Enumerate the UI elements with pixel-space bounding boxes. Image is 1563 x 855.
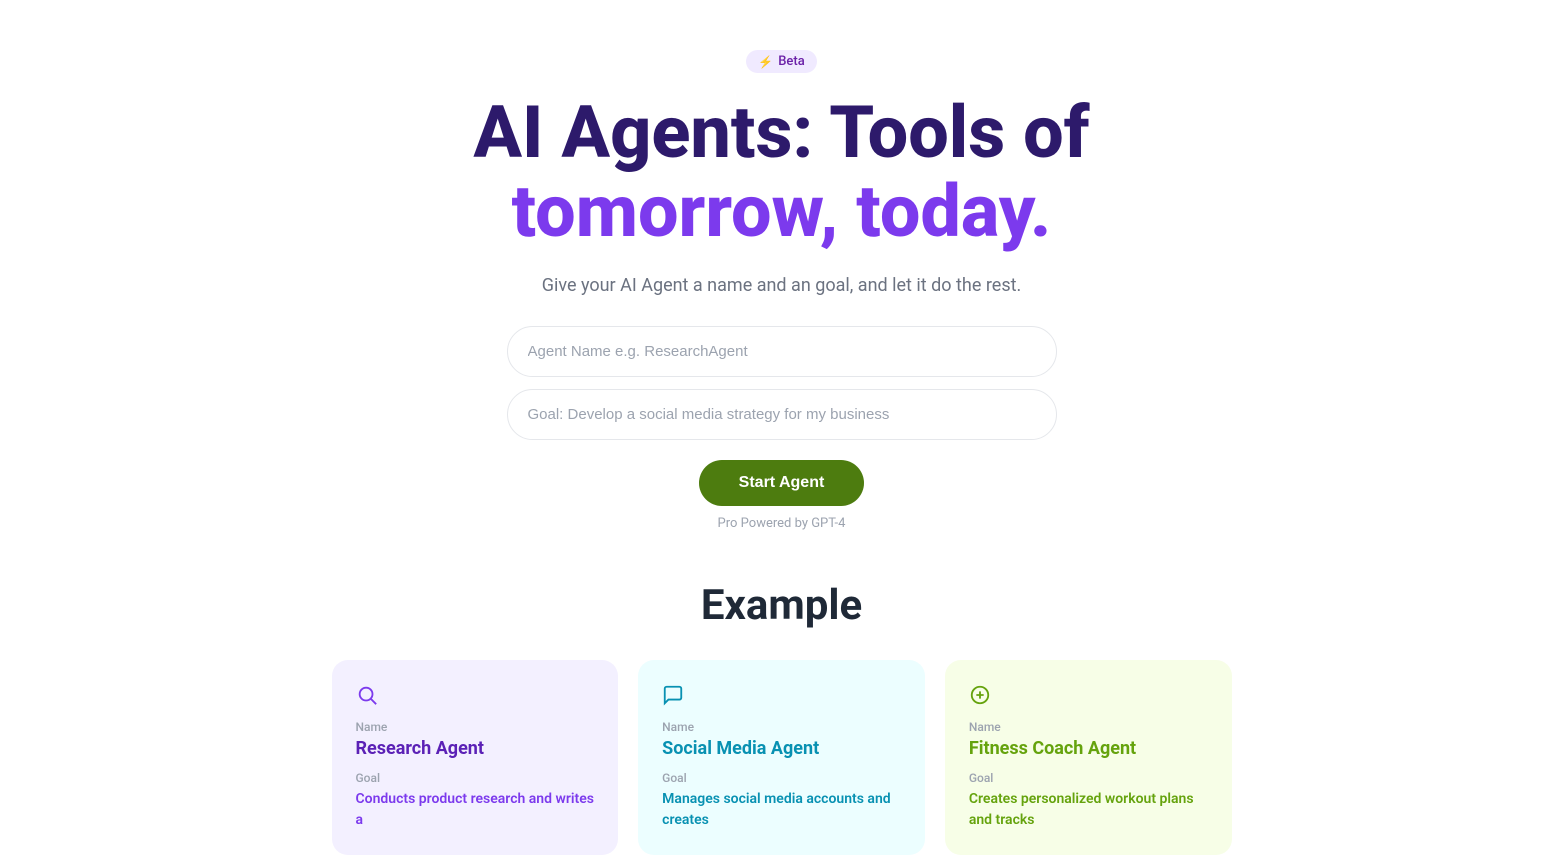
fitness-icon [969, 684, 1208, 706]
fitness-goal-label: Goal [969, 771, 1208, 785]
goal-input[interactable] [507, 389, 1057, 440]
example-section: Example Name Research Agent Goal Conduct… [0, 581, 1563, 855]
example-title: Example [701, 581, 862, 630]
social-goal-label: Goal [662, 771, 901, 785]
research-icon [356, 684, 595, 706]
circle-icon-svg [969, 684, 991, 706]
research-name-label: Name [356, 720, 595, 734]
start-agent-button[interactable]: Start Agent [699, 460, 865, 506]
input-group [507, 326, 1057, 440]
social-media-agent-goal: Manages social media accounts and create… [662, 789, 901, 831]
agent-name-input[interactable] [507, 326, 1057, 377]
social-media-icon [662, 684, 901, 706]
research-goal-label: Goal [356, 771, 595, 785]
hero-title: AI Agents: Tools of tomorrow, today. [473, 93, 1089, 251]
social-name-label: Name [662, 720, 901, 734]
powered-by-text: Pro Powered by GPT-4 [718, 516, 846, 531]
fitness-coach-agent-goal: Creates personalized workout plans and t… [969, 789, 1208, 831]
chat-icon-svg [662, 684, 684, 706]
research-agent-goal: Conducts product research and writes a [356, 789, 595, 831]
search-icon-svg [356, 684, 378, 706]
hero-title-line2: tomorrow, today. [512, 169, 1052, 254]
fitness-name-label: Name [969, 720, 1208, 734]
page-container: ⚡ Beta AI Agents: Tools of tomorrow, tod… [0, 0, 1563, 855]
beta-icon: ⚡ [758, 55, 773, 69]
fitness-coach-agent-name: Fitness Coach Agent [969, 738, 1208, 759]
hero-subtitle: Give your AI Agent a name and an goal, a… [542, 275, 1022, 296]
social-media-agent-name: Social Media Agent [662, 738, 901, 759]
research-agent-name: Research Agent [356, 738, 595, 759]
hero-title-line1: AI Agents: Tools of [473, 90, 1089, 175]
beta-badge: ⚡ Beta [746, 50, 816, 73]
beta-label: Beta [778, 54, 805, 69]
